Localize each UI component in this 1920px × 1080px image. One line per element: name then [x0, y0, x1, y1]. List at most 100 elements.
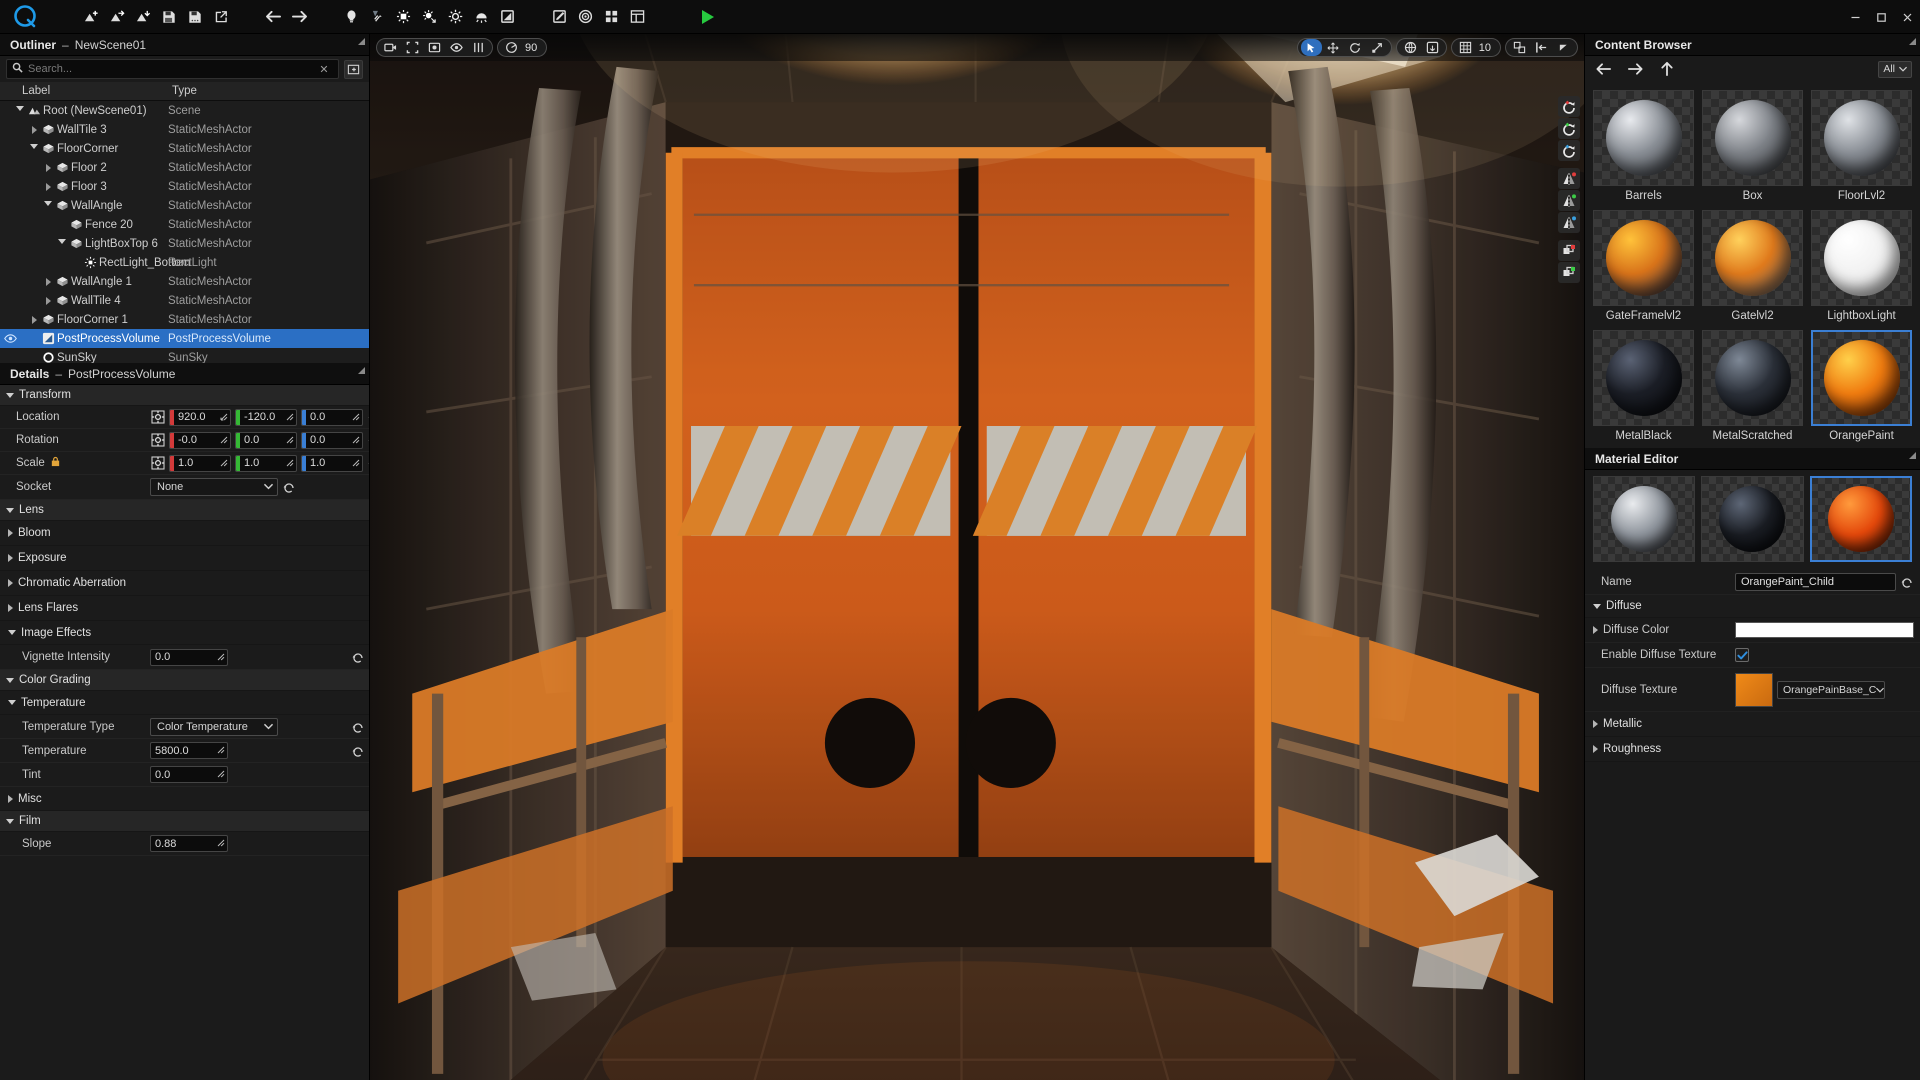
- expander-icon[interactable]: [42, 201, 54, 210]
- new-scene-button[interactable]: [78, 2, 104, 32]
- temperature-type-dropdown[interactable]: Color Temperature: [150, 717, 278, 736]
- section-transform[interactable]: Transform: [0, 385, 369, 406]
- reset-location-icon[interactable]: [367, 410, 369, 424]
- section-lens[interactable]: Lens: [0, 500, 369, 521]
- material-name-input[interactable]: OrangePaint_Child: [1735, 573, 1896, 591]
- asset-thumbnail[interactable]: [1702, 330, 1803, 426]
- clear-search-icon[interactable]: ✕: [315, 60, 333, 78]
- save-button[interactable]: [156, 2, 182, 32]
- lock-icon[interactable]: [50, 456, 61, 470]
- section-image-effects[interactable]: Image Effects: [0, 621, 369, 645]
- asset-thumbnail[interactable]: [1811, 90, 1912, 186]
- rotation-axis-icon[interactable]: [150, 433, 165, 448]
- vignette-intensity-field[interactable]: 0.0: [150, 648, 228, 666]
- expander-icon[interactable]: [56, 239, 68, 248]
- asset-thumbnail[interactable]: [1811, 330, 1912, 426]
- drag-grip-icon[interactable]: [348, 435, 360, 447]
- drag-grip-icon[interactable]: [282, 458, 294, 470]
- enable-diffuse-texture-checkbox[interactable]: [1735, 648, 1749, 662]
- material-preview-2[interactable]: [1701, 476, 1804, 562]
- reset-temperature-type-icon[interactable]: [351, 720, 365, 734]
- rotate-x-button[interactable]: [1558, 96, 1580, 117]
- section-misc[interactable]: Misc: [0, 787, 369, 811]
- asset-item[interactable]: LightboxLight: [1811, 210, 1912, 322]
- asset-item[interactable]: OrangePaint: [1811, 330, 1912, 442]
- asset-item[interactable]: MetalBlack: [1593, 330, 1694, 442]
- play-button[interactable]: [684, 2, 730, 32]
- pivot-icon[interactable]: [1509, 39, 1530, 56]
- content-browser-resize-corner[interactable]: [1909, 38, 1916, 45]
- scale-axis-icon[interactable]: [150, 456, 165, 471]
- material-preview-strip[interactable]: [1585, 470, 1920, 568]
- scale-y-field[interactable]: 1.0: [235, 454, 297, 472]
- asset-item[interactable]: Box: [1702, 90, 1803, 202]
- scale-z-field[interactable]: 1.0: [301, 454, 363, 472]
- drag-grip-icon[interactable]: [348, 458, 360, 470]
- rotate-z-button[interactable]: [1558, 140, 1580, 161]
- expander-icon[interactable]: [42, 277, 54, 286]
- create-actor-button[interactable]: [344, 59, 363, 79]
- asset-item[interactable]: MetalScratched: [1702, 330, 1803, 442]
- reset-socket-icon[interactable]: [282, 480, 296, 494]
- outliner-row-walltile-3[interactable]: WallTile 3 StaticMeshActor: [0, 120, 369, 139]
- asset-thumbnail[interactable]: [1811, 210, 1912, 306]
- redo-button[interactable]: [286, 2, 312, 32]
- drag-grip-icon[interactable]: [213, 652, 225, 664]
- panel-resize-corner[interactable]: [358, 38, 365, 45]
- drag-grip-icon[interactable]: [348, 412, 360, 424]
- section-roughness[interactable]: Roughness: [1585, 737, 1920, 762]
- eye-icon[interactable]: [446, 39, 467, 56]
- add-post-process-button[interactable]: [494, 2, 520, 32]
- diffuse-texture-thumbnail[interactable]: [1735, 672, 1773, 707]
- expander-icon[interactable]: [42, 182, 54, 191]
- section-temperature[interactable]: Temperature: [0, 691, 369, 715]
- viewport-fov-chip[interactable]: 90: [497, 38, 548, 57]
- asset-thumbnail[interactable]: [1702, 210, 1803, 306]
- asset-item[interactable]: Gatelvl2: [1702, 210, 1803, 322]
- frame-icon[interactable]: [402, 39, 423, 56]
- outliner-row-floor-2[interactable]: Floor 2 StaticMeshActor: [0, 158, 369, 177]
- section-lens-flares[interactable]: Lens Flares: [0, 596, 369, 621]
- rotate-y-button[interactable]: [1558, 118, 1580, 139]
- mirror-x-button[interactable]: [1558, 168, 1580, 189]
- section-film[interactable]: Film: [0, 811, 369, 832]
- globe-icon[interactable]: [1400, 39, 1421, 56]
- asset-thumbnail[interactable]: [1593, 330, 1694, 426]
- scale-x-field[interactable]: 1.0: [169, 454, 231, 472]
- local-axis-icon[interactable]: [1422, 39, 1443, 56]
- outliner-row-lightboxtop-6[interactable]: LightBoxTop 6 StaticMeshActor: [0, 234, 369, 253]
- add-ies-light-button[interactable]: [364, 2, 390, 32]
- section-color-grading[interactable]: Color Grading: [0, 670, 369, 691]
- undo-button[interactable]: [260, 2, 286, 32]
- add-sky-light-button[interactable]: [468, 2, 494, 32]
- reset-temperature-icon[interactable]: [351, 744, 365, 758]
- socket-dropdown[interactable]: None: [150, 478, 278, 496]
- outliner-search-box[interactable]: ✕: [6, 59, 339, 79]
- outliner-row-fence-20[interactable]: Fence 20 StaticMeshActor: [0, 215, 369, 234]
- material-editor-resize-corner[interactable]: [1909, 452, 1916, 459]
- fov-icon[interactable]: [468, 39, 489, 56]
- tint-field[interactable]: 0.0: [150, 766, 228, 783]
- outliner-row-floorcorner-1[interactable]: FloorCorner 1 StaticMeshActor: [0, 310, 369, 329]
- location-axis-icon[interactable]: [150, 410, 165, 425]
- location-x-field[interactable]: 920.0: [169, 408, 231, 426]
- material-preview-3[interactable]: [1809, 476, 1912, 562]
- section-bloom[interactable]: Bloom: [0, 521, 369, 546]
- chevron-right-icon[interactable]: [1593, 626, 1598, 634]
- reset-vignette-icon[interactable]: [351, 650, 365, 664]
- outliner-row-root-newscene01[interactable]: Root (NewScene01) Scene: [0, 101, 369, 120]
- drag-grip-icon[interactable]: [216, 435, 228, 447]
- section-metallic[interactable]: Metallic: [1585, 712, 1920, 737]
- outliner-row-sunsky[interactable]: SunSky SunSky: [0, 348, 369, 363]
- temperature-field[interactable]: 5800.0: [150, 742, 228, 759]
- render-region-icon[interactable]: [424, 39, 445, 56]
- minimize-button[interactable]: [1842, 6, 1868, 28]
- asset-filter-dropdown[interactable]: All: [1878, 60, 1912, 78]
- drag-grip-icon[interactable]: [216, 412, 228, 424]
- add-rect-light-button[interactable]: [390, 2, 416, 32]
- duplicate-x-button[interactable]: [1558, 240, 1580, 261]
- reset-scale-icon[interactable]: [367, 456, 369, 470]
- forward-arrow-icon[interactable]: [1625, 59, 1645, 79]
- search-input[interactable]: [28, 63, 310, 75]
- outliner-row-floorcorner[interactable]: FloorCorner StaticMeshActor: [0, 139, 369, 158]
